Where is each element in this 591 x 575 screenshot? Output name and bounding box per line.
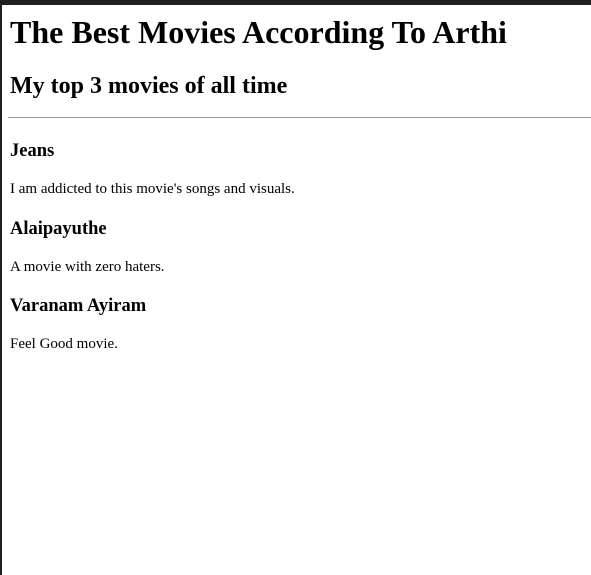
movie-title-varanam-ayiram: Varanam Ayiram [10,296,147,316]
movie-description-varanam-ayiram: Feel Good movie. [10,336,118,352]
movie-description-jeans: I am addicted to this movie's songs and … [10,181,295,197]
movie-title-alaipayuthe: Alaipayuthe [10,219,107,239]
page-title: The Best Movies According To Arthi [10,14,507,50]
page-content: The Best Movies According To Arthi My to… [0,5,591,575]
movie-description-alaipayuthe: A movie with zero haters. [10,259,165,275]
section-divider [8,117,591,118]
movie-title-jeans: Jeans [10,141,55,161]
page-subtitle: My top 3 movies of all time [10,73,288,99]
